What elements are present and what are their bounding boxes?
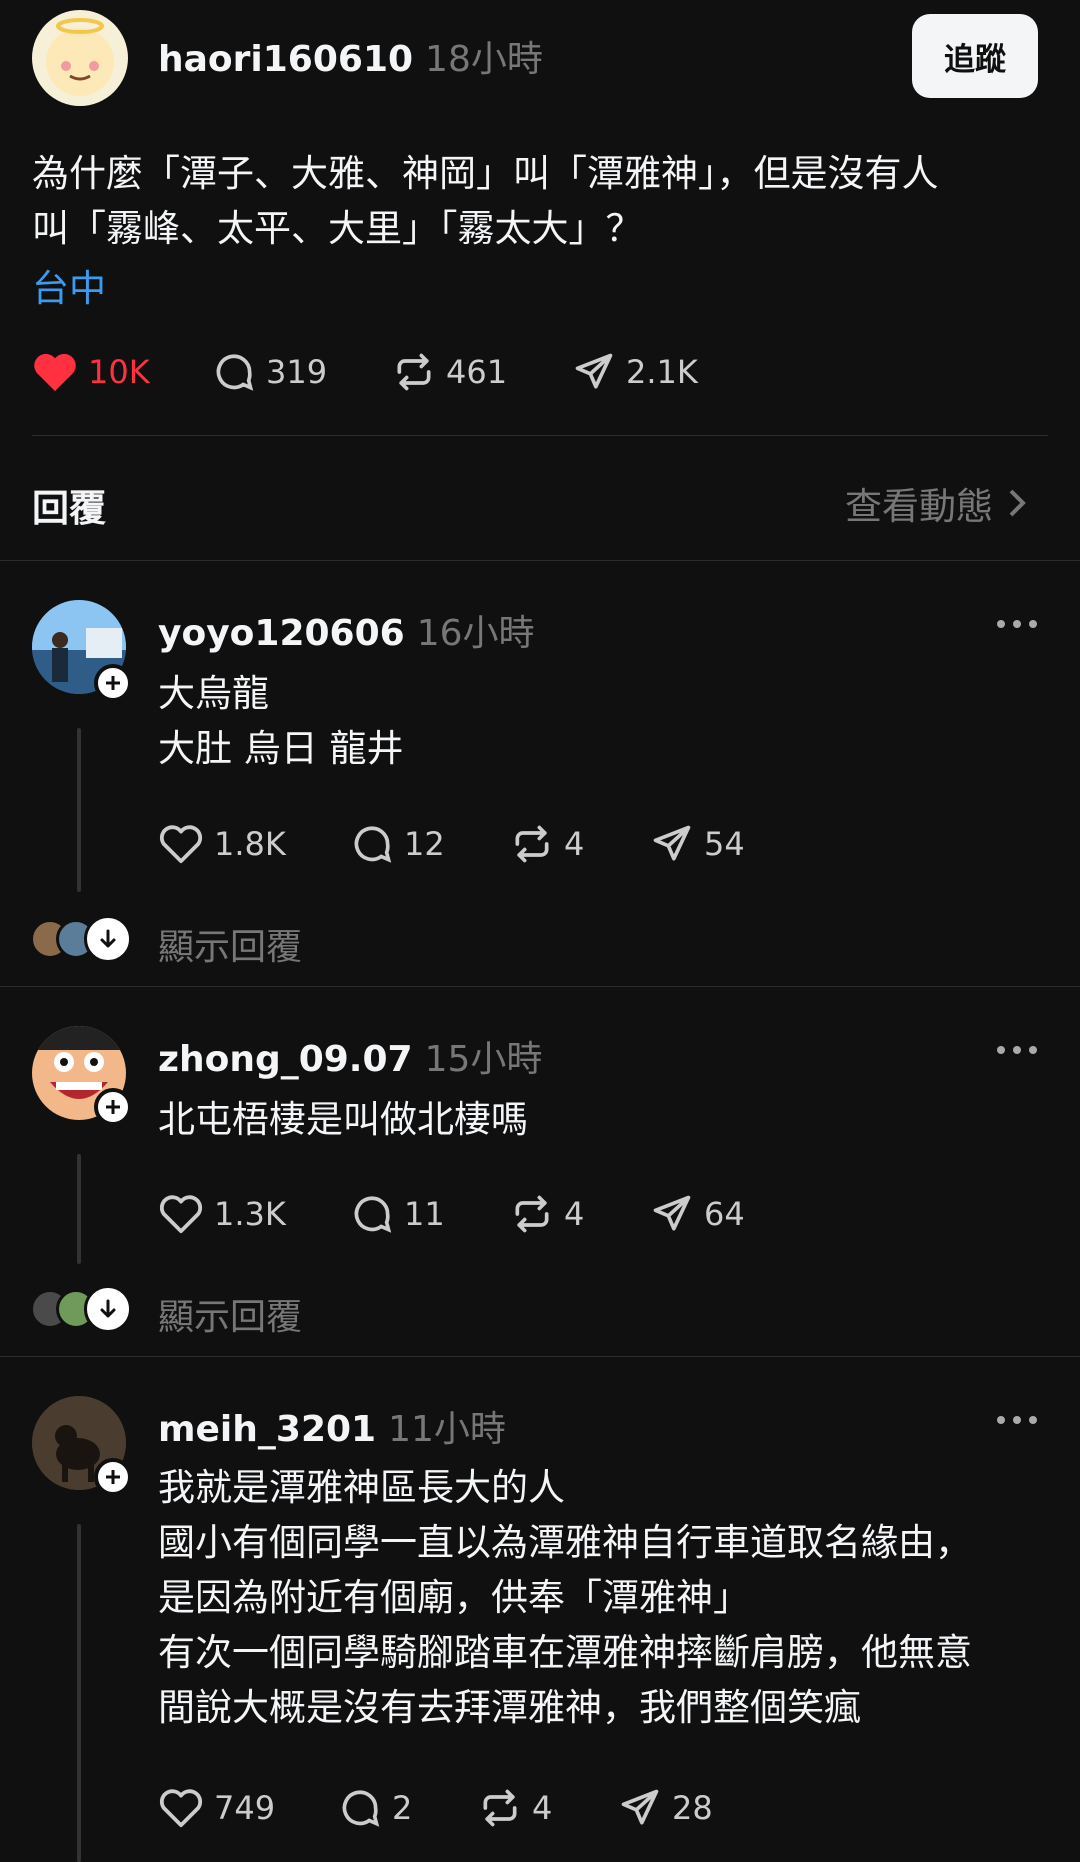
post-time: 18小時 [425,39,543,80]
repost-count: 4 [532,1789,553,1827]
comment-icon [342,1790,380,1827]
heart-icon [159,1789,203,1828]
comment-count: 12 [404,825,445,863]
repost-icon [483,1789,517,1827]
repost-button[interactable]: 4 [510,822,650,866]
like-button[interactable]: 749 [158,1787,338,1829]
share-button[interactable]: 28 [618,1786,758,1830]
plus-icon [106,676,120,690]
post-actions: 10K 319 461 2.1K [32,350,752,394]
post-text: 為什麼「潭子、大雅、神岡」叫「潭雅神」，但是沒有人 叫「霧峰、太平、大里」「霧太… [32,152,939,250]
reply-username[interactable]: yoyo120606 [158,613,405,654]
plus-icon [106,1100,120,1114]
share-icon [621,1789,659,1825]
share-icon [653,1195,691,1231]
heart-icon [159,825,203,864]
more-icon [997,620,1005,628]
reply-actions: 1.8K 12 4 54 [158,822,790,866]
follow-plus-button[interactable] [94,1458,132,1496]
follow-button[interactable]: 追蹤 [912,14,1038,98]
arrow-down-icon [100,1299,116,1318]
plus-icon [106,1470,120,1484]
share-count: 28 [672,1789,713,1827]
post-username[interactable]: haori160610 [158,39,413,80]
more-options-button[interactable] [997,620,1037,628]
view-activity-link[interactable]: 查看動態 [845,476,1031,530]
reply-actions: 749 2 4 28 [158,1786,758,1830]
share-count: 54 [704,825,745,863]
arrow-down-icon [100,929,116,948]
heart-icon [159,1195,203,1234]
comment-count: 11 [404,1195,445,1233]
comment-icon [216,354,254,391]
chevron-right-icon [1009,489,1026,517]
repost-count: 4 [564,825,585,863]
share-button[interactable]: 64 [650,1192,790,1236]
comment-button[interactable]: 11 [350,1192,510,1236]
like-count: 749 [214,1789,276,1827]
header-divider [0,560,1080,561]
comment-count: 2 [392,1789,413,1827]
comment-button[interactable]: 12 [350,822,510,866]
repost-icon [397,353,431,391]
thread-line [77,1154,81,1264]
like-button[interactable]: 1.3K [158,1193,350,1235]
repost-button[interactable]: 4 [478,1786,618,1830]
post-divider [32,435,1048,436]
like-count: 1.3K [214,1195,286,1233]
reply-username[interactable]: meih_3201 [158,1409,376,1450]
share-icon [575,353,613,389]
share-button[interactable]: 2.1K [572,350,752,394]
show-replies-link[interactable]: 顯示回覆 [158,918,302,970]
reply-time: 15小時 [424,1039,543,1080]
share-count: 64 [704,1195,745,1233]
repost-icon [515,1195,549,1233]
show-replies-link[interactable]: 顯示回覆 [158,1288,302,1340]
more-options-button[interactable] [997,1046,1037,1054]
comment-icon [354,826,392,863]
repost-button[interactable]: 4 [510,1192,650,1236]
thread-line [77,1524,81,1862]
thread-line [77,728,81,892]
replies-title: 回覆 [32,487,106,530]
reply-time: 11小時 [388,1409,506,1450]
more-icon [997,1416,1005,1424]
reply-actions: 1.3K 11 4 64 [158,1192,790,1236]
repost-count: 4 [564,1195,585,1233]
post-tag[interactable]: 台中 [32,258,106,312]
follow-plus-button[interactable] [94,664,132,702]
reply-text: 我就是潭雅神區長大的人 國小有個同學一直以為潭雅神自行車道取名緣由， 是因為附近… [158,1466,972,1729]
comment-button[interactable]: 2 [338,1786,478,1830]
reply-text: 大烏龍 大肚 烏日 龍井 [158,672,404,770]
reply-time: 16小時 [416,613,535,654]
reply-divider [0,986,1080,987]
repost-icon [515,825,549,863]
repost-count: 461 [446,353,508,391]
reply-username[interactable]: zhong_09.07 [158,1039,413,1080]
share-button[interactable]: 54 [650,822,790,866]
comment-icon [354,1196,392,1233]
reply-text: 北屯梧棲是叫做北棲嗎 [158,1098,528,1141]
comment-count: 319 [266,353,328,391]
like-button[interactable]: 1.8K [158,823,350,865]
post-author-avatar[interactable] [32,10,128,106]
like-button[interactable]: 10K [32,351,212,393]
share-icon [653,825,691,861]
like-count: 1.8K [214,825,286,863]
heart-icon [34,353,76,392]
comment-button[interactable]: 319 [212,350,392,394]
show-replies-toggle[interactable] [84,1285,132,1333]
follow-button-label: 追蹤 [944,41,1006,78]
show-replies-toggle[interactable] [84,915,132,963]
reply-divider [0,1356,1080,1357]
repost-button[interactable]: 461 [392,350,572,394]
more-icon [997,1046,1005,1054]
like-count: 10K [88,353,150,391]
more-options-button[interactable] [997,1416,1037,1424]
follow-plus-button[interactable] [94,1088,132,1126]
view-activity-label: 查看動態 [845,485,993,528]
share-count: 2.1K [626,353,698,391]
